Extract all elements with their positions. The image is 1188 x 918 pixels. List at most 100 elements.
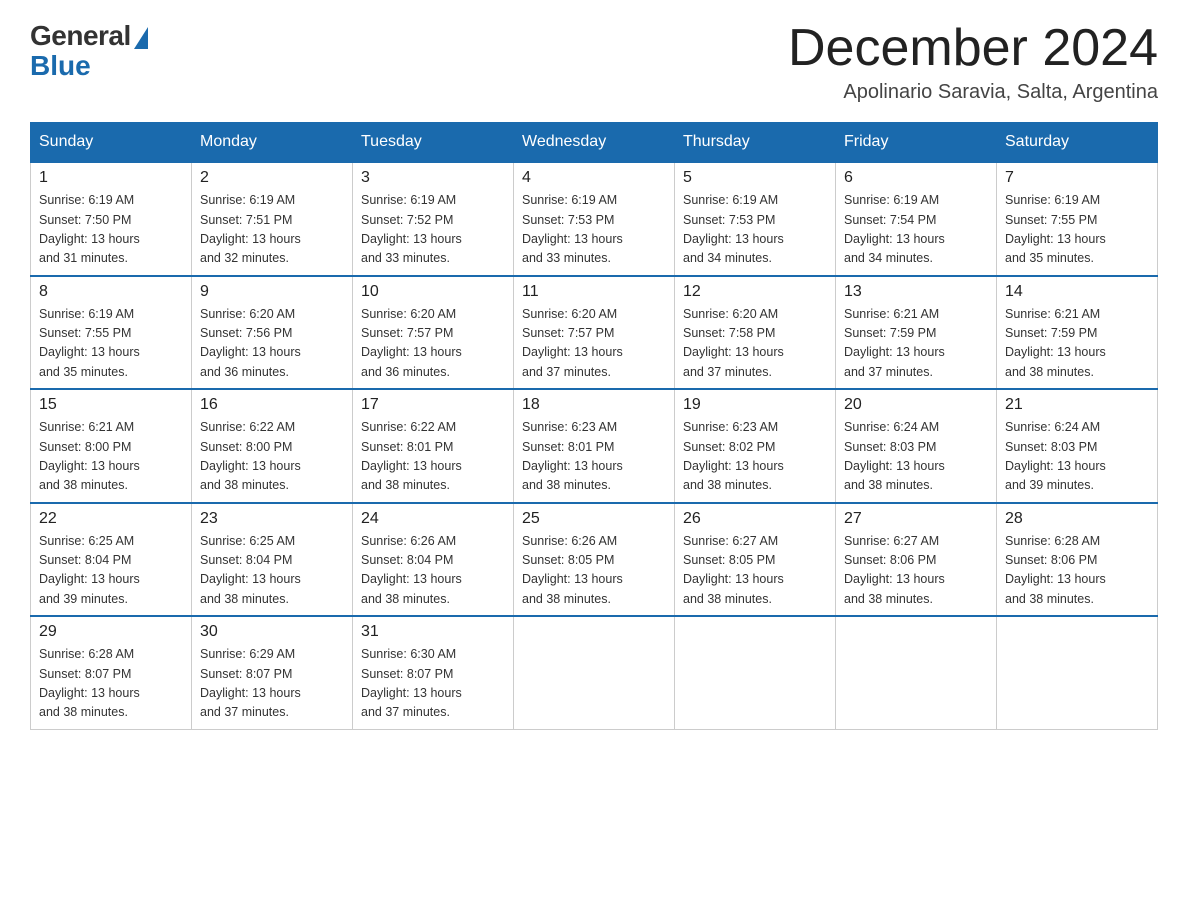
calendar-cell <box>997 616 1158 729</box>
day-number: 30 <box>200 623 344 641</box>
logo-blue-text: Blue <box>30 50 91 82</box>
calendar-cell: 16 Sunrise: 6:22 AM Sunset: 8:00 PM Dayl… <box>192 389 353 503</box>
title-area: December 2024 Apolinario Saravia, Salta,… <box>788 20 1158 104</box>
calendar-cell <box>836 616 997 729</box>
calendar-cell: 31 Sunrise: 6:30 AM Sunset: 8:07 PM Dayl… <box>353 616 514 729</box>
calendar-cell <box>514 616 675 729</box>
day-number: 23 <box>200 510 344 528</box>
calendar-cell: 6 Sunrise: 6:19 AM Sunset: 7:54 PM Dayli… <box>836 162 997 276</box>
day-number: 9 <box>200 283 344 301</box>
calendar-cell: 4 Sunrise: 6:19 AM Sunset: 7:53 PM Dayli… <box>514 162 675 276</box>
calendar-cell: 10 Sunrise: 6:20 AM Sunset: 7:57 PM Dayl… <box>353 276 514 390</box>
day-info: Sunrise: 6:26 AM Sunset: 8:05 PM Dayligh… <box>522 532 666 610</box>
calendar-cell: 23 Sunrise: 6:25 AM Sunset: 8:04 PM Dayl… <box>192 503 353 617</box>
calendar-cell: 1 Sunrise: 6:19 AM Sunset: 7:50 PM Dayli… <box>31 162 192 276</box>
day-info: Sunrise: 6:30 AM Sunset: 8:07 PM Dayligh… <box>361 645 505 723</box>
day-number: 26 <box>683 510 827 528</box>
header-saturday: Saturday <box>997 123 1158 163</box>
day-info: Sunrise: 6:22 AM Sunset: 8:00 PM Dayligh… <box>200 418 344 496</box>
calendar-cell: 5 Sunrise: 6:19 AM Sunset: 7:53 PM Dayli… <box>675 162 836 276</box>
location-subtitle: Apolinario Saravia, Salta, Argentina <box>788 81 1158 104</box>
calendar-cell: 30 Sunrise: 6:29 AM Sunset: 8:07 PM Dayl… <box>192 616 353 729</box>
calendar-week-row: 22 Sunrise: 6:25 AM Sunset: 8:04 PM Dayl… <box>31 503 1158 617</box>
day-info: Sunrise: 6:20 AM Sunset: 7:57 PM Dayligh… <box>522 305 666 383</box>
day-info: Sunrise: 6:23 AM Sunset: 8:02 PM Dayligh… <box>683 418 827 496</box>
day-number: 5 <box>683 169 827 187</box>
calendar-cell: 27 Sunrise: 6:27 AM Sunset: 8:06 PM Dayl… <box>836 503 997 617</box>
day-number: 6 <box>844 169 988 187</box>
day-number: 18 <box>522 396 666 414</box>
day-number: 1 <box>39 169 183 187</box>
calendar-week-row: 15 Sunrise: 6:21 AM Sunset: 8:00 PM Dayl… <box>31 389 1158 503</box>
calendar-cell: 17 Sunrise: 6:22 AM Sunset: 8:01 PM Dayl… <box>353 389 514 503</box>
day-info: Sunrise: 6:22 AM Sunset: 8:01 PM Dayligh… <box>361 418 505 496</box>
day-info: Sunrise: 6:23 AM Sunset: 8:01 PM Dayligh… <box>522 418 666 496</box>
calendar-cell: 26 Sunrise: 6:27 AM Sunset: 8:05 PM Dayl… <box>675 503 836 617</box>
calendar-cell: 14 Sunrise: 6:21 AM Sunset: 7:59 PM Dayl… <box>997 276 1158 390</box>
day-number: 2 <box>200 169 344 187</box>
calendar-header-row: SundayMondayTuesdayWednesdayThursdayFrid… <box>31 123 1158 163</box>
logo-general-text: General <box>30 20 131 52</box>
calendar-cell: 13 Sunrise: 6:21 AM Sunset: 7:59 PM Dayl… <box>836 276 997 390</box>
day-number: 8 <box>39 283 183 301</box>
day-info: Sunrise: 6:19 AM Sunset: 7:55 PM Dayligh… <box>1005 191 1149 269</box>
day-info: Sunrise: 6:19 AM Sunset: 7:50 PM Dayligh… <box>39 191 183 269</box>
month-title: December 2024 <box>788 20 1158 77</box>
day-number: 12 <box>683 283 827 301</box>
day-number: 28 <box>1005 510 1149 528</box>
day-number: 13 <box>844 283 988 301</box>
day-number: 19 <box>683 396 827 414</box>
day-info: Sunrise: 6:19 AM Sunset: 7:52 PM Dayligh… <box>361 191 505 269</box>
day-info: Sunrise: 6:19 AM Sunset: 7:53 PM Dayligh… <box>522 191 666 269</box>
day-info: Sunrise: 6:20 AM Sunset: 7:56 PM Dayligh… <box>200 305 344 383</box>
calendar-cell: 3 Sunrise: 6:19 AM Sunset: 7:52 PM Dayli… <box>353 162 514 276</box>
calendar-cell: 12 Sunrise: 6:20 AM Sunset: 7:58 PM Dayl… <box>675 276 836 390</box>
day-number: 21 <box>1005 396 1149 414</box>
header-thursday: Thursday <box>675 123 836 163</box>
day-number: 16 <box>200 396 344 414</box>
calendar-cell: 2 Sunrise: 6:19 AM Sunset: 7:51 PM Dayli… <box>192 162 353 276</box>
calendar-week-row: 29 Sunrise: 6:28 AM Sunset: 8:07 PM Dayl… <box>31 616 1158 729</box>
day-number: 4 <box>522 169 666 187</box>
day-number: 29 <box>39 623 183 641</box>
calendar-table: SundayMondayTuesdayWednesdayThursdayFrid… <box>30 122 1158 730</box>
calendar-cell: 25 Sunrise: 6:26 AM Sunset: 8:05 PM Dayl… <box>514 503 675 617</box>
day-info: Sunrise: 6:20 AM Sunset: 7:57 PM Dayligh… <box>361 305 505 383</box>
day-number: 7 <box>1005 169 1149 187</box>
calendar-cell: 24 Sunrise: 6:26 AM Sunset: 8:04 PM Dayl… <box>353 503 514 617</box>
day-info: Sunrise: 6:25 AM Sunset: 8:04 PM Dayligh… <box>200 532 344 610</box>
day-info: Sunrise: 6:24 AM Sunset: 8:03 PM Dayligh… <box>1005 418 1149 496</box>
logo: General Blue <box>30 20 148 82</box>
day-info: Sunrise: 6:19 AM Sunset: 7:51 PM Dayligh… <box>200 191 344 269</box>
day-number: 31 <box>361 623 505 641</box>
day-number: 17 <box>361 396 505 414</box>
day-number: 3 <box>361 169 505 187</box>
calendar-cell: 19 Sunrise: 6:23 AM Sunset: 8:02 PM Dayl… <box>675 389 836 503</box>
calendar-week-row: 8 Sunrise: 6:19 AM Sunset: 7:55 PM Dayli… <box>31 276 1158 390</box>
header: General Blue December 2024 Apolinario Sa… <box>30 20 1158 104</box>
calendar-cell: 8 Sunrise: 6:19 AM Sunset: 7:55 PM Dayli… <box>31 276 192 390</box>
day-info: Sunrise: 6:28 AM Sunset: 8:06 PM Dayligh… <box>1005 532 1149 610</box>
day-info: Sunrise: 6:29 AM Sunset: 8:07 PM Dayligh… <box>200 645 344 723</box>
day-info: Sunrise: 6:27 AM Sunset: 8:05 PM Dayligh… <box>683 532 827 610</box>
day-info: Sunrise: 6:24 AM Sunset: 8:03 PM Dayligh… <box>844 418 988 496</box>
calendar-cell <box>675 616 836 729</box>
day-number: 14 <box>1005 283 1149 301</box>
day-info: Sunrise: 6:21 AM Sunset: 7:59 PM Dayligh… <box>844 305 988 383</box>
calendar-cell: 21 Sunrise: 6:24 AM Sunset: 8:03 PM Dayl… <box>997 389 1158 503</box>
day-number: 27 <box>844 510 988 528</box>
calendar-cell: 22 Sunrise: 6:25 AM Sunset: 8:04 PM Dayl… <box>31 503 192 617</box>
calendar-cell: 9 Sunrise: 6:20 AM Sunset: 7:56 PM Dayli… <box>192 276 353 390</box>
calendar-cell: 15 Sunrise: 6:21 AM Sunset: 8:00 PM Dayl… <box>31 389 192 503</box>
day-info: Sunrise: 6:26 AM Sunset: 8:04 PM Dayligh… <box>361 532 505 610</box>
header-monday: Monday <box>192 123 353 163</box>
calendar-cell: 7 Sunrise: 6:19 AM Sunset: 7:55 PM Dayli… <box>997 162 1158 276</box>
day-number: 24 <box>361 510 505 528</box>
day-number: 15 <box>39 396 183 414</box>
day-number: 10 <box>361 283 505 301</box>
day-number: 11 <box>522 283 666 301</box>
header-wednesday: Wednesday <box>514 123 675 163</box>
header-friday: Friday <box>836 123 997 163</box>
calendar-cell: 11 Sunrise: 6:20 AM Sunset: 7:57 PM Dayl… <box>514 276 675 390</box>
day-info: Sunrise: 6:21 AM Sunset: 7:59 PM Dayligh… <box>1005 305 1149 383</box>
